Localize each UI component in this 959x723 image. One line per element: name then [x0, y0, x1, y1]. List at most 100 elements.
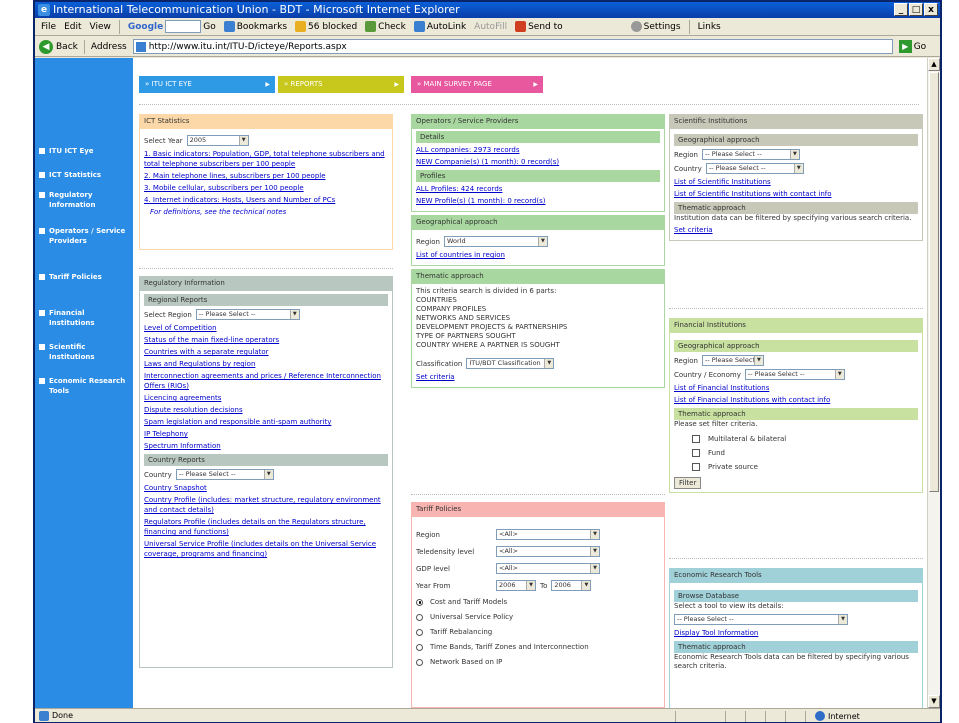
- minimize-button[interactable]: _: [894, 3, 908, 16]
- settings-button[interactable]: Settings: [630, 21, 681, 32]
- regulators-profile-link[interactable]: Regulators Profile (includes details on …: [144, 517, 388, 537]
- country-profile-link[interactable]: Country Profile (includes: market struct…: [144, 495, 388, 515]
- ict-link-main-lines[interactable]: 2. Main telephone lines, subscribers per…: [144, 171, 388, 181]
- nav-financial-institutions[interactable]: Financial Institutions: [39, 308, 131, 328]
- go-label: Go: [913, 41, 927, 52]
- scrollbar-thumb[interactable]: [929, 72, 939, 492]
- technical-notes-link[interactable]: For definitions, see the technical notes: [144, 207, 388, 217]
- region-select[interactable]: -- Please Select -- ▼: [195, 309, 300, 320]
- financial-list-link[interactable]: List of Financial Institutions: [674, 383, 918, 393]
- new-profiles-link[interactable]: NEW Profile(s) (1 month): 0 record(s): [416, 196, 660, 206]
- reg-link[interactable]: Dispute resolution decisions: [144, 405, 388, 415]
- scroll-down-icon[interactable]: ▼: [928, 695, 940, 708]
- tab-reports[interactable]: » REPORTS ▶: [278, 76, 404, 93]
- popup-blocker[interactable]: 56 blocked: [295, 21, 357, 32]
- checkbox-row[interactable]: Fund: [674, 449, 918, 457]
- tariff-option[interactable]: Tariff Rebalancing: [416, 628, 660, 636]
- financial-contact-link[interactable]: List of Financial Institutions with cont…: [674, 395, 918, 405]
- menu-file[interactable]: File: [41, 22, 56, 32]
- menu-edit[interactable]: Edit: [64, 22, 81, 32]
- tariff-option[interactable]: Time Bands, Tariff Zones and Interconnec…: [416, 643, 660, 651]
- ict-link-basic-indicators[interactable]: 1. Basic indicators: Population, GDP, to…: [144, 149, 388, 169]
- all-profiles-link[interactable]: ALL Profiles: 424 records: [416, 184, 660, 194]
- reg-link[interactable]: Countries with a separate regulator: [144, 347, 388, 357]
- tariff-option[interactable]: Cost and Tariff Models: [416, 598, 660, 606]
- teledensity-select[interactable]: <All> ▼: [496, 546, 600, 557]
- back-button[interactable]: ◀ Back: [39, 39, 78, 54]
- countries-in-region-link[interactable]: List of countries in region: [416, 250, 660, 260]
- close-button[interactable]: x: [924, 3, 938, 16]
- reg-link[interactable]: Spam legislation and responsible anti-sp…: [144, 417, 388, 427]
- reg-link[interactable]: Level of Competition: [144, 323, 388, 333]
- reg-link[interactable]: Interconnection agreements and prices / …: [144, 371, 388, 391]
- country-select[interactable]: -- Please Select -- ▼: [175, 469, 274, 480]
- radio-button-selected[interactable]: [416, 598, 423, 606]
- year-to-select[interactable]: 2006 ▼: [551, 580, 592, 591]
- autolink-button[interactable]: AutoLink: [413, 21, 466, 32]
- scientific-contact-link[interactable]: List of Scientific Institutions with con…: [674, 189, 918, 199]
- reg-link[interactable]: IP Telephony: [144, 429, 388, 439]
- nav-ict-statistics[interactable]: ICT Statistics: [39, 170, 131, 180]
- google-search-input[interactable]: [165, 20, 202, 33]
- country-snapshot-link[interactable]: Country Snapshot: [144, 483, 388, 493]
- all-companies-link[interactable]: ALL companies: 2973 records: [416, 145, 660, 155]
- region-select[interactable]: World ▼: [443, 236, 548, 247]
- ict-link-mobile[interactable]: 3. Mobile cellular, subscribers per 100 …: [144, 183, 388, 193]
- tab-main-survey-page[interactable]: » MAIN SURVEY PAGE ▶: [411, 76, 543, 93]
- classification-select[interactable]: ITU/BDT Classification ▼: [466, 358, 555, 369]
- region-select[interactable]: -- Please Select -- ▼: [701, 149, 800, 160]
- menu-view[interactable]: View: [90, 22, 111, 32]
- bookmarks-menu[interactable]: Bookmarks: [223, 21, 287, 32]
- tab-itu-ict-eye[interactable]: » ITU ICT EYE ▶: [139, 76, 275, 93]
- checkbox[interactable]: [692, 463, 700, 471]
- classification-select-value: ITU/BDT Classification: [469, 359, 541, 367]
- nav-regulatory-information[interactable]: Regulatory Information: [39, 190, 131, 210]
- tool-select[interactable]: -- Please Select -- ▼: [674, 614, 848, 625]
- gdp-select[interactable]: <All> ▼: [496, 563, 600, 574]
- tariff-option[interactable]: Universal Service Policy: [416, 613, 660, 621]
- new-companies-link[interactable]: NEW Companie(s) (1 month): 0 record(s): [416, 157, 660, 167]
- nav-scientific-institutions[interactable]: Scientific Institutions: [39, 342, 131, 362]
- set-criteria-link[interactable]: Set criteria: [416, 372, 660, 382]
- year-from-select[interactable]: 2006 ▼: [496, 580, 536, 591]
- reg-link[interactable]: Licencing agreements: [144, 393, 388, 403]
- scroll-up-icon[interactable]: ▲: [928, 58, 940, 71]
- radio-button[interactable]: [416, 658, 423, 666]
- nav-tariff-policies[interactable]: Tariff Policies: [39, 272, 131, 282]
- reg-link[interactable]: Spectrum Information: [144, 441, 388, 451]
- google-go-button[interactable]: Go: [203, 22, 215, 32]
- ict-link-internet[interactable]: 4. Internet indicators: Hosts, Users and…: [144, 195, 388, 205]
- reg-link[interactable]: Status of the main fixed-line operators: [144, 335, 388, 345]
- radio-button[interactable]: [416, 643, 423, 651]
- sendto-button[interactable]: Send to: [515, 21, 563, 32]
- checkbox-row[interactable]: Private source: [674, 463, 918, 471]
- filter-button[interactable]: Filter: [674, 477, 702, 489]
- links-button[interactable]: Links: [698, 22, 721, 32]
- country-select[interactable]: -- Please Select -- ▼: [744, 369, 845, 380]
- set-criteria-link[interactable]: Set criteria: [674, 225, 918, 235]
- region-select[interactable]: -- Please Select -- ▼: [701, 355, 764, 366]
- checkbox[interactable]: [692, 449, 700, 457]
- reg-link[interactable]: Laws and Regulations by region: [144, 359, 388, 369]
- address-input[interactable]: http://www.itu.int/ITU-D/icteye/Reports.…: [132, 39, 893, 54]
- nav-operators[interactable]: Operators / Service Providers: [39, 226, 131, 246]
- go-button[interactable]: ▶ Go: [898, 40, 927, 53]
- tariff-option[interactable]: Network Based on IP: [416, 658, 660, 666]
- universal-service-link[interactable]: Universal Service Profile (includes deta…: [144, 539, 388, 559]
- radio-button[interactable]: [416, 628, 423, 636]
- scientific-list-link[interactable]: List of Scientific Institutions: [674, 177, 918, 187]
- maximize-button[interactable]: □: [909, 3, 923, 16]
- country-select[interactable]: -- Please Select -- ▼: [705, 163, 804, 174]
- checkbox[interactable]: [692, 435, 700, 443]
- checkbox-row[interactable]: Multilateral & bilateral: [674, 435, 918, 443]
- select-region-label: Select Region: [144, 310, 192, 319]
- year-select[interactable]: 2005 ▼: [186, 135, 249, 146]
- nav-economic-research-tools[interactable]: Economic Research Tools: [39, 376, 131, 396]
- nav-itu-ict-eye[interactable]: ITU ICT Eye: [39, 146, 131, 156]
- radio-button[interactable]: [416, 613, 423, 621]
- vertical-scrollbar[interactable]: ▲ ▼: [927, 58, 940, 708]
- tariff-region-select[interactable]: <All> ▼: [496, 529, 600, 540]
- display-tool-link[interactable]: Display Tool Information: [674, 628, 918, 638]
- autofill-button[interactable]: AutoFill: [474, 22, 507, 32]
- spellcheck-button[interactable]: Check: [365, 21, 406, 32]
